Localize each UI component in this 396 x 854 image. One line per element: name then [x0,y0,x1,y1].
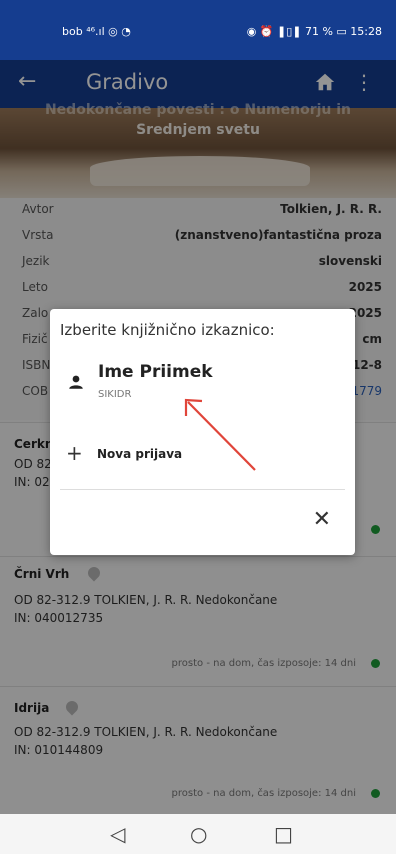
status-right: ◉ ⏰ ❚▯❚ 71 % ▭ 15:28 [246,25,382,38]
person-icon [69,375,83,389]
status-bar: bob ⁴⁶.ıl ◎ ◔ ◉ ⏰ ❚▯❚ 71 % ▭ 15:28 [0,0,396,60]
dialog-title: Izberite knjižnično izkaznico: [60,321,275,339]
user-card-library: SIKIDR [98,389,132,400]
plus-icon[interactable]: + [66,441,83,465]
user-card-name[interactable]: Ime Priimek [98,362,213,382]
new-login-button[interactable]: Nova prijava [97,447,182,461]
select-card-dialog: Izberite knjižnično izkaznico: Ime Priim… [50,309,355,555]
nav-back-icon[interactable]: ◁ [110,822,125,846]
nav-recents-icon[interactable]: □ [274,822,293,846]
status-left: bob ⁴⁶.ıl ◎ ◔ [62,25,131,38]
divider [60,489,345,490]
system-nav-bar: ◁ ○ □ [0,814,396,854]
nav-home-icon[interactable]: ○ [190,822,207,846]
close-icon[interactable]: ✕ [313,507,331,532]
